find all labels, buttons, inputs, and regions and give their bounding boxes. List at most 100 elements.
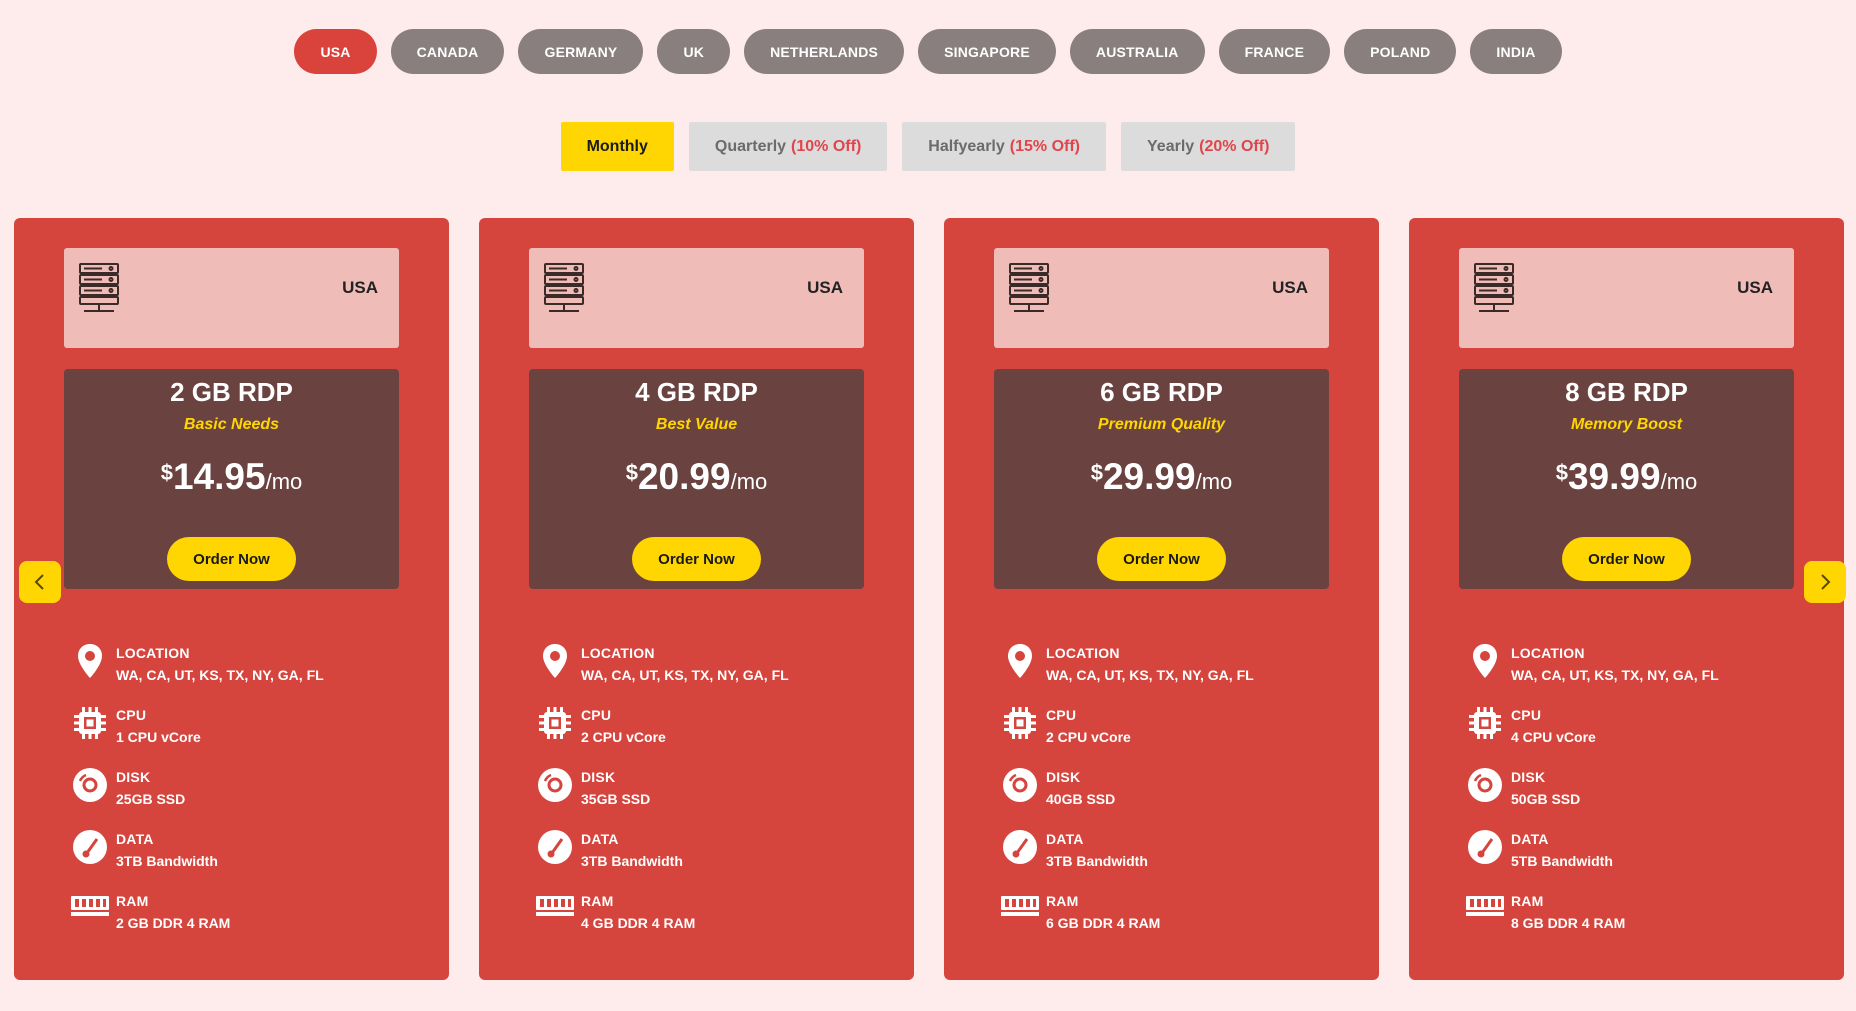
- price-period: /mo: [1195, 469, 1233, 494]
- feature-disk: DISK 50GB SSD: [1465, 767, 1719, 829]
- tab-singapore[interactable]: SINGAPORE: [918, 29, 1056, 74]
- feature-cpu: CPU 4 CPU vCore: [1465, 705, 1719, 767]
- feature-text: LOCATION WA, CA, UT, KS, TX, NY, GA, FL: [1511, 643, 1719, 683]
- feature-label: RAM: [116, 893, 149, 909]
- tab-netherlands[interactable]: NETHERLANDS: [744, 29, 905, 74]
- feature-label: CPU: [581, 707, 612, 723]
- feature-icon-wrap: [1000, 643, 1040, 683]
- price-box: 4 GB RDP Best Value $20.99/mo Order Now: [529, 369, 864, 589]
- feature-text: CPU 2 CPU vCore: [581, 705, 666, 745]
- billing-tab-quarterly[interactable]: Quarterly (10% Off): [688, 122, 888, 171]
- feature-disk: DISK 40GB SSD: [1000, 767, 1254, 829]
- billing-discount: (10% Off): [791, 137, 862, 155]
- disk-icon: [1468, 768, 1502, 802]
- billing-discount: (15% Off): [1009, 137, 1081, 155]
- gauge-icon: [1468, 830, 1502, 864]
- server-icon: [1009, 263, 1049, 312]
- tab-uk[interactable]: UK: [657, 29, 731, 74]
- card-header: USA: [529, 248, 864, 348]
- feature-text: LOCATION WA, CA, UT, KS, TX, NY, GA, FL: [1046, 643, 1254, 683]
- feature-value: 40GB SSD: [1046, 791, 1116, 807]
- map-pin-icon: [78, 644, 102, 678]
- currency-symbol: $: [1555, 460, 1568, 485]
- tab-usa[interactable]: USA: [294, 29, 377, 74]
- feature-value: 50GB SSD: [1511, 791, 1581, 807]
- feature-text: DATA 3TB Bandwidth: [581, 829, 683, 869]
- price-period: /mo: [730, 469, 768, 494]
- feature-icon-wrap: [70, 829, 110, 869]
- card-country-label: USA: [1737, 278, 1773, 297]
- price-amount: 39.99: [1567, 456, 1661, 497]
- tab-india[interactable]: INDIA: [1470, 29, 1562, 74]
- feature-value: 25GB SSD: [116, 791, 186, 807]
- chevron-right-icon: [1821, 574, 1831, 590]
- tab-germany[interactable]: GERMANY: [518, 29, 644, 74]
- feature-text: RAM 2 GB DDR 4 RAM: [116, 891, 230, 931]
- feature-value: 4 GB DDR 4 RAM: [581, 915, 696, 931]
- feature-ram: RAM 6 GB DDR 4 RAM: [1000, 891, 1254, 953]
- cpu-chip-icon: [74, 707, 106, 739]
- tab-australia[interactable]: AUSTRALIA: [1069, 29, 1205, 74]
- feature-value: 1 CPU vCore: [116, 729, 201, 745]
- price-period: /mo: [1660, 469, 1698, 494]
- card-country-label: USA: [342, 278, 378, 297]
- feature-icon-wrap: [1000, 705, 1040, 745]
- feature-text: DATA 5TB Bandwidth: [1511, 829, 1613, 869]
- feature-text: CPU 4 CPU vCore: [1511, 705, 1596, 745]
- feature-label: RAM: [1046, 893, 1079, 909]
- feature-value: WA, CA, UT, KS, TX, NY, GA, FL: [1511, 667, 1719, 683]
- tab-canada[interactable]: CANADA: [390, 29, 505, 74]
- cpu-chip-icon: [539, 707, 571, 739]
- carousel-prev-button[interactable]: [19, 561, 61, 603]
- feature-value: 3TB Bandwidth: [1046, 853, 1148, 869]
- ram-module-icon: [71, 896, 109, 916]
- feature-value: 2 CPU vCore: [1046, 729, 1131, 745]
- chevron-left-icon: [34, 574, 44, 590]
- feature-location: LOCATION WA, CA, UT, KS, TX, NY, GA, FL: [1465, 643, 1719, 705]
- feature-text: DATA 3TB Bandwidth: [116, 829, 218, 869]
- feature-icon-wrap: [535, 891, 575, 931]
- feature-icon-wrap: [1000, 767, 1040, 807]
- server-icon: [1474, 263, 1514, 312]
- feature-value: 4 CPU vCore: [1511, 729, 1596, 745]
- card-country-label: USA: [807, 278, 843, 297]
- feature-text: CPU 2 CPU vCore: [1046, 705, 1131, 745]
- map-pin-icon: [1008, 644, 1032, 678]
- billing-tab-halfyearly[interactable]: Halfyearly (15% Off): [902, 122, 1107, 171]
- billing-tab-yearly[interactable]: Yearly (20% Off): [1121, 122, 1296, 171]
- plan-price: $39.99/mo: [1459, 456, 1794, 498]
- order-now-button[interactable]: Order Now: [1562, 537, 1691, 581]
- feature-label: DISK: [1046, 769, 1081, 785]
- order-now-button[interactable]: Order Now: [167, 537, 296, 581]
- feature-cpu: CPU 1 CPU vCore: [70, 705, 324, 767]
- ram-module-icon: [536, 896, 574, 916]
- plan-tagline: Basic Needs: [183, 416, 280, 433]
- billing-tab-monthly[interactable]: Monthly: [560, 122, 674, 171]
- feature-text: DISK 35GB SSD: [581, 767, 650, 807]
- tab-france[interactable]: FRANCE: [1218, 29, 1331, 74]
- feature-list: LOCATION WA, CA, UT, KS, TX, NY, GA, FL CP…: [1465, 643, 1719, 953]
- currency-symbol: $: [160, 460, 173, 485]
- order-now-button[interactable]: Order Now: [632, 537, 761, 581]
- card-header: USA: [64, 248, 399, 348]
- feature-value: 3TB Bandwidth: [581, 853, 683, 869]
- feature-text: DISK 25GB SSD: [116, 767, 185, 807]
- disk-icon: [538, 768, 572, 802]
- feature-label: LOCATION: [1046, 645, 1120, 661]
- billing-tabs: Monthly Quarterly (10% Off) Halfyearly (…: [0, 122, 1856, 171]
- feature-value: 8 GB DDR 4 RAM: [1511, 915, 1626, 931]
- country-tabs: USA CANADA GERMANY UK NETHERLANDS SINGAP…: [0, 29, 1856, 74]
- feature-label: DISK: [1511, 769, 1546, 785]
- plan-card: USA 6 GB RDP Premium Quality $29.99/mo Order…: [944, 218, 1379, 980]
- feature-value: 35GB SSD: [581, 791, 651, 807]
- carousel-next-button[interactable]: [1804, 561, 1846, 603]
- feature-label: RAM: [1511, 893, 1544, 909]
- feature-ram: RAM 4 GB DDR 4 RAM: [535, 891, 789, 953]
- feature-value: 2 CPU vCore: [581, 729, 666, 745]
- tab-poland[interactable]: POLAND: [1344, 29, 1457, 74]
- feature-label: CPU: [1046, 707, 1077, 723]
- order-now-button[interactable]: Order Now: [1097, 537, 1226, 581]
- feature-list: LOCATION WA, CA, UT, KS, TX, NY, GA, FL CP…: [1000, 643, 1254, 953]
- feature-value: 6 GB DDR 4 RAM: [1046, 915, 1161, 931]
- ram-module-icon: [1466, 896, 1504, 916]
